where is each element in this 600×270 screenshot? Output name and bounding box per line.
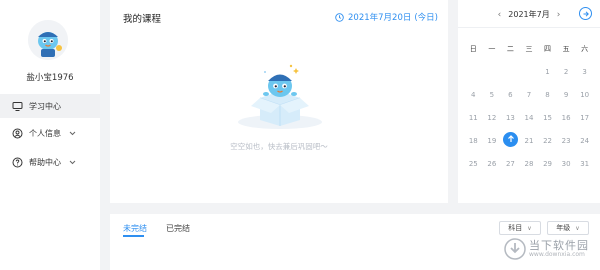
sidebar-item-label: 个人信息 [29,128,61,138]
calendar-grid: 日一二三四五六 1 2 3 4 5 6 7 8 9 10 11 12 13 14 15 16 17 18 19 21 22… [464,37,594,175]
calendar-day-today[interactable] [501,131,520,150]
user-name: 盐小宝1976 [26,73,74,83]
sidebar-item-help-center[interactable]: 帮助中心 [0,150,100,174]
watermark-title: 当下软件园 [529,239,589,253]
clock-icon [335,12,344,22]
date-text: 2021年7月20日 [348,13,412,23]
weekday-label: 一 [488,44,496,53]
weekday-label: 五 [562,44,570,53]
calendar-day[interactable]: 8 [538,86,557,104]
calendar-day[interactable]: 31 [575,155,594,173]
chevron-down-icon [69,160,76,165]
subject-select-value: 科目 [508,224,523,232]
calendar-week-row: 11 12 13 14 15 16 17 [464,106,594,129]
calendar-week-row: 4 5 6 7 8 9 10 [464,83,594,106]
calendar-day[interactable]: 30 [557,155,576,173]
today-tag: (今日) [414,13,438,23]
calendar-day[interactable]: 3 [575,63,594,81]
calendar-week-row: 25 26 27 28 29 30 31 [464,152,594,175]
calendar-day[interactable]: 29 [538,155,557,173]
calendar-day[interactable]: 14 [520,109,539,127]
weekday-label: 二 [506,44,514,53]
sidebar: 盐小宝1976 学习中心 个人信息 帮助中心 [0,0,100,270]
calendar-day[interactable]: 19 [483,132,502,150]
help-icon [12,157,23,168]
calendar-panel: ‹ 2021年7月 › 日一二三四五六 1 2 3 4 5 6 7 8 9 10 11 12 13 14 15… [458,0,600,203]
subject-select[interactable]: 科目 ∨ [499,221,541,235]
watermark-logo-icon [504,238,526,260]
sidebar-item-personal-info[interactable]: 个人信息 [0,121,100,145]
divider [458,27,600,28]
my-courses-panel: 我的课程 2021年7月20日 (今日) 空空如也，快去兼后巩固吧～ [110,0,448,203]
calendar-week-row: 18 19 21 22 23 24 [464,129,594,152]
user-icon [12,128,23,139]
today-marker-icon [503,131,519,147]
empty-box-mascot-illustration [238,64,322,129]
grade-select[interactable]: 年级 ∨ [547,221,589,235]
today-date-link[interactable]: 2021年7月20日 (今日) [335,11,438,23]
sidebar-item-label: 帮助中心 [29,157,61,167]
next-month-icon[interactable]: › [557,10,561,20]
watermark: 当下软件园 www.downxia.com [504,238,589,260]
calendar-empty-cell [501,63,520,81]
weekday-label: 四 [544,44,552,53]
sidebar-item-learning-center[interactable]: 学习中心 [0,94,100,118]
chevron-down-icon [69,131,76,136]
tab-unfinished[interactable]: 未完结 [123,223,147,234]
calendar-day[interactable]: 7 [520,86,539,104]
calendar-day[interactable]: 5 [483,86,502,104]
calendar-day[interactable]: 18 [464,132,483,150]
calendar-day[interactable]: 27 [501,155,520,173]
avatar[interactable] [28,20,68,60]
monitor-icon [12,101,23,112]
sidebar-item-label: 学习中心 [29,101,61,111]
grade-select-value: 年级 [556,224,571,232]
calendar-day[interactable]: 12 [483,109,502,127]
weekday-label: 六 [581,44,589,53]
calendar-day[interactable]: 26 [483,155,502,173]
weekday-label: 三 [525,44,533,53]
calendar-day[interactable]: 13 [501,109,520,127]
active-tab-indicator [123,235,144,237]
calendar-day[interactable]: 17 [575,109,594,127]
calendar-day[interactable]: 4 [464,86,483,104]
calendar-week-row: 123 [464,60,594,83]
calendar-day[interactable]: 16 [557,109,576,127]
calendar-month: 2021年7月 [508,10,550,19]
arrow-right-icon [583,10,589,17]
calendar-expand-button[interactable] [579,7,592,20]
calendar-day[interactable]: 11 [464,109,483,127]
calendar-empty-cell [464,63,483,81]
prev-month-icon[interactable]: ‹ [498,10,502,20]
calendar-day[interactable]: 22 [538,132,557,150]
empty-state-text: 空空如也，快去兼后巩固吧～ [230,142,328,151]
watermark-url: www.downxia.com [529,250,585,258]
calendar-day[interactable]: 15 [538,109,557,127]
tab-finished[interactable]: 已完结 [166,223,190,234]
weekday-label: 日 [469,44,477,53]
calendar-day[interactable]: 9 [557,86,576,104]
mascot-avatar-icon [28,20,68,60]
calendar-empty-cell [483,63,502,81]
calendar-day[interactable]: 25 [464,155,483,173]
calendar-empty-cell [520,63,539,81]
chevron-down-icon: ∨ [575,224,580,232]
calendar-day[interactable]: 28 [520,155,539,173]
calendar-day[interactable]: 23 [557,132,576,150]
calendar-day[interactable]: 6 [501,86,520,104]
my-courses-title: 我的课程 [123,14,162,25]
calendar-day[interactable]: 21 [520,132,539,150]
calendar-day[interactable]: 10 [575,86,594,104]
calendar-day[interactable]: 24 [575,132,594,150]
chevron-down-icon: ∨ [527,224,532,232]
calendar-day[interactable]: 1 [538,63,557,81]
calendar-day[interactable]: 2 [557,63,576,81]
